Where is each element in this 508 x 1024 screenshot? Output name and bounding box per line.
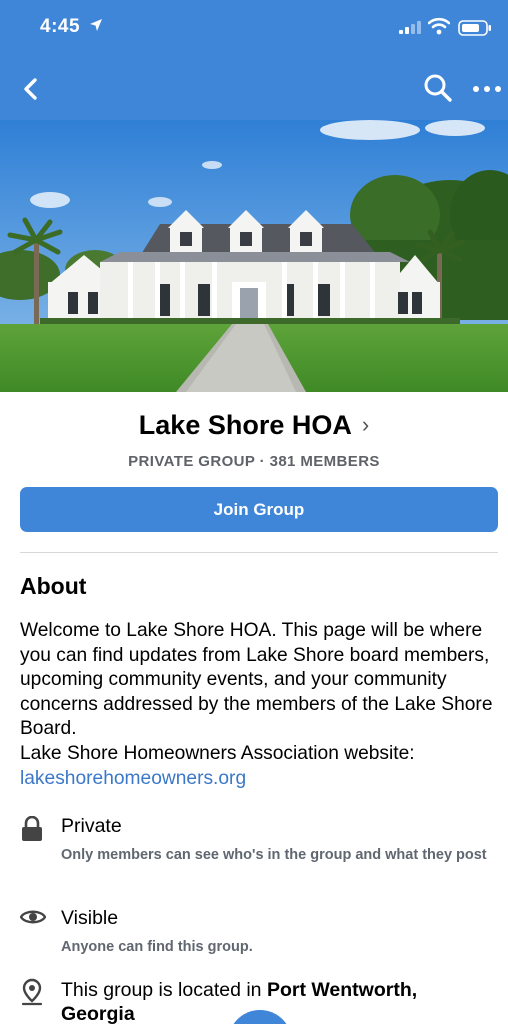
battery-icon (458, 20, 491, 36)
group-cover-photo[interactable] (0, 120, 508, 392)
location-arrow-icon (90, 19, 102, 31)
back-button[interactable] (16, 74, 46, 104)
visibility-subtitle: Anyone can find this group. (61, 939, 253, 955)
search-icon (424, 74, 452, 102)
visibility-title: Visible (61, 907, 119, 929)
more-icon (473, 86, 501, 92)
back-chevron-icon (24, 78, 37, 100)
group-privacy-members: PRIVATE GROUP · 381 MEMBERS (128, 453, 380, 470)
cellular-signal-icon (399, 21, 421, 34)
about-text: Welcome to Lake Shore HOA. This page wil… (20, 620, 493, 740)
status-time: 4:45 (40, 16, 81, 37)
divider (20, 552, 498, 553)
website-line: Lake Shore Homeowners Association websit… (20, 742, 415, 764)
privacy-subtitle: Only members can see who's in the group … (61, 847, 487, 863)
lock-icon (22, 816, 42, 841)
privacy-title: Private (61, 815, 122, 837)
group-name: Lake Shore HOA (138, 410, 352, 440)
status-bar: 4:45 (0, 0, 508, 56)
nav-bar (0, 56, 508, 120)
group-title-row[interactable]: Lake Shore HOA › (0, 410, 508, 441)
location-pin-icon (21, 978, 43, 1006)
more-options-button[interactable] (470, 74, 504, 104)
chevron-right-icon: › (361, 412, 370, 437)
website-link[interactable]: lakeshorehomeowners.org (20, 768, 246, 789)
join-group-button[interactable]: Join Group (20, 487, 498, 532)
location-prefix: This group is located in (61, 979, 267, 1001)
eye-icon (20, 910, 46, 924)
wifi-icon (428, 17, 450, 35)
clubhouse-photo (0, 120, 508, 392)
about-heading: About (20, 573, 87, 599)
about-description: Welcome to Lake Shore HOA. This page wil… (20, 619, 498, 791)
search-button[interactable] (422, 72, 454, 104)
